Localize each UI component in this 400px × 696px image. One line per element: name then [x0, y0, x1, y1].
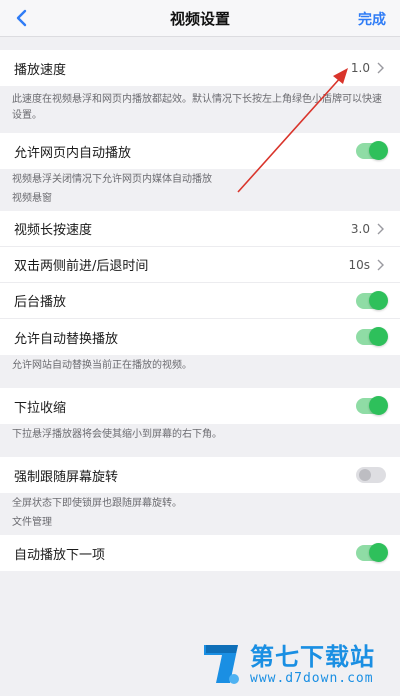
pull-down-shrink-toggle[interactable] — [356, 396, 388, 415]
background-play-toggle[interactable] — [356, 290, 388, 310]
long-press-speed-row[interactable]: 视频长按速度 3.0 — [0, 211, 400, 247]
page-title: 视频设置 — [169, 9, 230, 28]
inline-autoplay-toggle[interactable] — [356, 141, 388, 160]
done-button[interactable]: 完成 — [358, 9, 386, 29]
inline-autoplay-note: 视频悬浮关闭情况下允许网页内媒体自动播放 — [12, 174, 212, 185]
autoplay-next-row: 自动播放下一项 — [0, 535, 400, 571]
background-play-row: 后台播放 — [0, 283, 400, 319]
playback-speed-row[interactable]: 播放速度 1.0 — [0, 50, 400, 86]
double-tap-seek-value: 10s — [348, 257, 370, 272]
auto-switch-toggle[interactable] — [356, 327, 388, 346]
watermark-title: 第七下载站 — [250, 642, 375, 671]
force-rotate-note: 全屏状态下即使锁屏也跟随屏幕旋转。 — [12, 498, 182, 509]
playback-speed-note: 此速度在视频悬浮和网页内播放都起效。默认情况下长按左上角绿色小盾牌可以快速设置。 — [12, 94, 382, 121]
force-rotate-row: 强制跟随屏幕旋转 — [0, 457, 400, 493]
autoplay-next-label: 自动播放下一项 — [14, 547, 106, 563]
chevron-right-icon — [376, 258, 386, 272]
force-rotate-label: 强制跟随屏幕旋转 — [14, 469, 119, 485]
pull-down-shrink-label: 下拉收缩 — [14, 400, 67, 416]
auto-switch-note: 允许网站自动替换当前正在播放的视频。 — [12, 360, 192, 371]
inline-autoplay-label: 允许网页内自动播放 — [14, 145, 132, 161]
auto-switch-row: 允许自动替换播放 — [0, 319, 400, 355]
long-press-speed-value: 3.0 — [350, 221, 370, 236]
chevron-left-icon — [16, 9, 27, 27]
site-logo-icon — [204, 645, 239, 684]
autoplay-next-toggle[interactable] — [356, 543, 388, 562]
navigation-bar: 视频设置 完成 — [0, 0, 400, 37]
playback-speed-label: 播放速度 — [14, 62, 67, 78]
pull-down-shrink-row: 下拉收缩 — [0, 388, 400, 424]
watermark-url: www.d7down.com — [250, 670, 374, 686]
background-play-label: 后台播放 — [14, 295, 67, 310]
chevron-right-icon — [376, 61, 386, 75]
site-watermark: 第七下载站 www.d7down.com — [200, 636, 396, 692]
double-tap-seek-row[interactable]: 双击两侧前进/后退时间 10s — [0, 247, 400, 283]
floating-section-title: 视频悬窗 — [12, 193, 52, 204]
pull-down-shrink-note: 下拉悬浮播放器将会使其缩小到屏幕的右下角。 — [12, 429, 222, 440]
long-press-speed-label: 视频长按速度 — [14, 223, 93, 238]
chevron-right-icon — [376, 222, 386, 236]
back-button[interactable] — [10, 7, 32, 29]
playback-speed-value: 1.0 — [350, 61, 370, 75]
inline-autoplay-row: 允许网页内自动播放 — [0, 133, 400, 169]
auto-switch-label: 允许自动替换播放 — [14, 331, 119, 347]
double-tap-seek-label: 双击两侧前进/后退时间 — [14, 259, 149, 274]
force-rotate-toggle[interactable] — [356, 467, 386, 483]
file-section-title: 文件管理 — [12, 517, 52, 528]
